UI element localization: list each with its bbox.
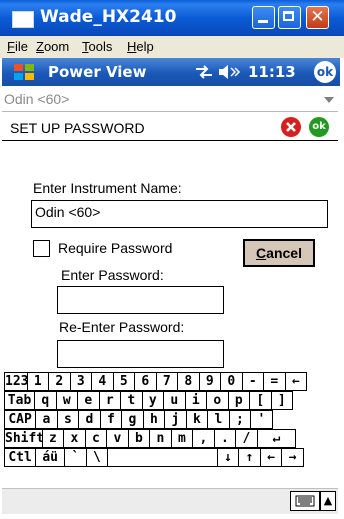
password-input[interactable] [57, 286, 224, 314]
keyboard-key[interactable]: 1 [26, 372, 50, 391]
chevron-down-icon[interactable] [324, 97, 334, 103]
keyboard-key[interactable]: [ [249, 391, 272, 410]
keyboard-key[interactable]: = [263, 372, 286, 391]
keyboard-key[interactable]: x [63, 429, 86, 448]
enter-password-label: Enter Password: [61, 267, 164, 283]
bottom-menu-bar: ▲ [2, 488, 338, 514]
instrument-name-input[interactable]: Odin <60> [31, 200, 328, 228]
keyboard-key[interactable]: y [141, 391, 165, 410]
keyboard-key[interactable]: áü [35, 448, 66, 467]
keyboard-key[interactable]: ] [270, 391, 294, 410]
menu-help[interactable]: Help [127, 39, 154, 54]
keyboard-key[interactable]: Shift [4, 429, 44, 448]
keyboard-key[interactable]: 4 [91, 372, 114, 391]
minimize-button[interactable] [252, 6, 275, 29]
keyboard-key[interactable]: s [56, 410, 80, 429]
keyboard-key[interactable]: r [98, 391, 122, 410]
keyboard-key[interactable]: ↵ [256, 429, 297, 448]
maximize-button[interactable] [278, 6, 301, 29]
clock[interactable]: 11:13 [248, 63, 296, 81]
keyboard-key[interactable]: d [78, 410, 101, 429]
require-password-label: Require Password [58, 240, 173, 256]
keyboard-key[interactable]: z [41, 429, 65, 448]
cancel-button[interactable]: Cancel [243, 239, 315, 267]
reenter-password-input[interactable] [57, 340, 224, 368]
keyboard-key[interactable]: q [34, 391, 57, 410]
keyboard-key[interactable]: . [213, 429, 237, 448]
keyboard-key[interactable]: , [192, 429, 215, 448]
keyboard-key[interactable]: Ctl [4, 448, 37, 467]
connectivity-icon[interactable] [195, 65, 213, 79]
keyboard-key[interactable]: p [227, 391, 251, 410]
instrument-dropdown-value: Odin <60> [4, 91, 70, 107]
keyboard-key[interactable]: ` [64, 448, 87, 467]
cancel-x-icon[interactable] [281, 117, 301, 137]
keyboard-key[interactable]: g [121, 410, 144, 429]
menu-zoom[interactable]: Zoom [36, 39, 69, 54]
keyboard-key[interactable]: i [184, 391, 208, 410]
keyboard-key[interactable]: c [84, 429, 108, 448]
keyboard-key[interactable]: \ [85, 448, 109, 467]
window-app-icon [12, 11, 34, 28]
instrument-name-label: Enter Instrument Name: [33, 180, 182, 196]
keyboard-key[interactable]: 9 [198, 372, 222, 391]
keyboard-key[interactable]: 8 [177, 372, 200, 391]
nav-bar: Power View 11:13 ok [2, 58, 340, 86]
keyboard-key[interactable]: → [281, 448, 304, 467]
keyboard-key[interactable]: l [207, 410, 230, 429]
reenter-password-label: Re-Enter Password: [59, 319, 185, 335]
keyboard-key[interactable]: ' [250, 410, 273, 429]
nav-ok-button[interactable]: ok [314, 61, 336, 83]
space-key[interactable] [107, 448, 218, 467]
keyboard-key[interactable]: f [99, 410, 123, 429]
page-title: SET UP PASSWORD [10, 120, 145, 136]
keyboard-key[interactable]: e [77, 391, 100, 410]
header-divider [2, 140, 338, 141]
input-panel-arrow-icon[interactable]: ▲ [320, 491, 336, 511]
keyboard-key[interactable]: 6 [134, 372, 157, 391]
keyboard-key[interactable]: / [235, 429, 258, 448]
window-title: Wade_HX2410 [40, 7, 177, 27]
keyboard-key[interactable]: b [127, 429, 151, 448]
keyboard-key[interactable]: v [106, 429, 129, 448]
confirm-ok-button[interactable]: ok [309, 117, 329, 137]
keyboard-key[interactable]: 3 [69, 372, 93, 391]
keyboard-key[interactable]: ← [259, 448, 283, 467]
keyboard-key[interactable]: ↓ [216, 448, 240, 467]
keyboard-key[interactable]: ↑ [238, 448, 261, 467]
keyboard-key[interactable]: CAP [4, 410, 37, 429]
keyboard-key[interactable]: 123 [4, 372, 28, 391]
volume-icon[interactable] [217, 64, 241, 80]
keyboard-key[interactable]: 5 [112, 372, 136, 391]
keyboard-key[interactable]: h [142, 410, 166, 429]
keyboard-key[interactable]: a [35, 410, 58, 429]
keyboard-key[interactable]: w [55, 391, 79, 410]
keyboard-key[interactable]: k [185, 410, 209, 429]
keyboard-key[interactable]: o [206, 391, 229, 410]
keyboard-key[interactable]: t [120, 391, 143, 410]
keyboard-key[interactable]: j [164, 410, 187, 429]
require-password-checkbox[interactable] [33, 240, 50, 257]
menu-bar: File Zoom Tools Help [0, 36, 344, 58]
instrument-dropdown[interactable]: Odin <60> [2, 88, 338, 112]
keyboard-key[interactable]: m [170, 429, 194, 448]
menu-tools[interactable]: Tools [82, 39, 112, 54]
keyboard-key[interactable]: Tab [4, 391, 36, 410]
keyboard-key[interactable]: - [241, 372, 265, 391]
keyboard-key[interactable]: ← [284, 372, 308, 391]
close-button[interactable]: ✕ [306, 6, 329, 29]
window-title-bar[interactable]: Wade_HX2410 ✕ [0, 0, 344, 36]
nav-title: Power View [48, 63, 147, 81]
keyboard-key[interactable]: n [149, 429, 172, 448]
keyboard-key[interactable]: 2 [48, 372, 71, 391]
keyboard-key[interactable]: 7 [155, 372, 179, 391]
menu-file[interactable]: File [7, 39, 28, 54]
keyboard-key[interactable]: 0 [220, 372, 243, 391]
keyboard-key[interactable]: u [163, 391, 186, 410]
windows-start-icon[interactable] [12, 62, 36, 82]
keyboard-key[interactable]: ; [228, 410, 252, 429]
keyboard-icon[interactable] [290, 491, 320, 511]
